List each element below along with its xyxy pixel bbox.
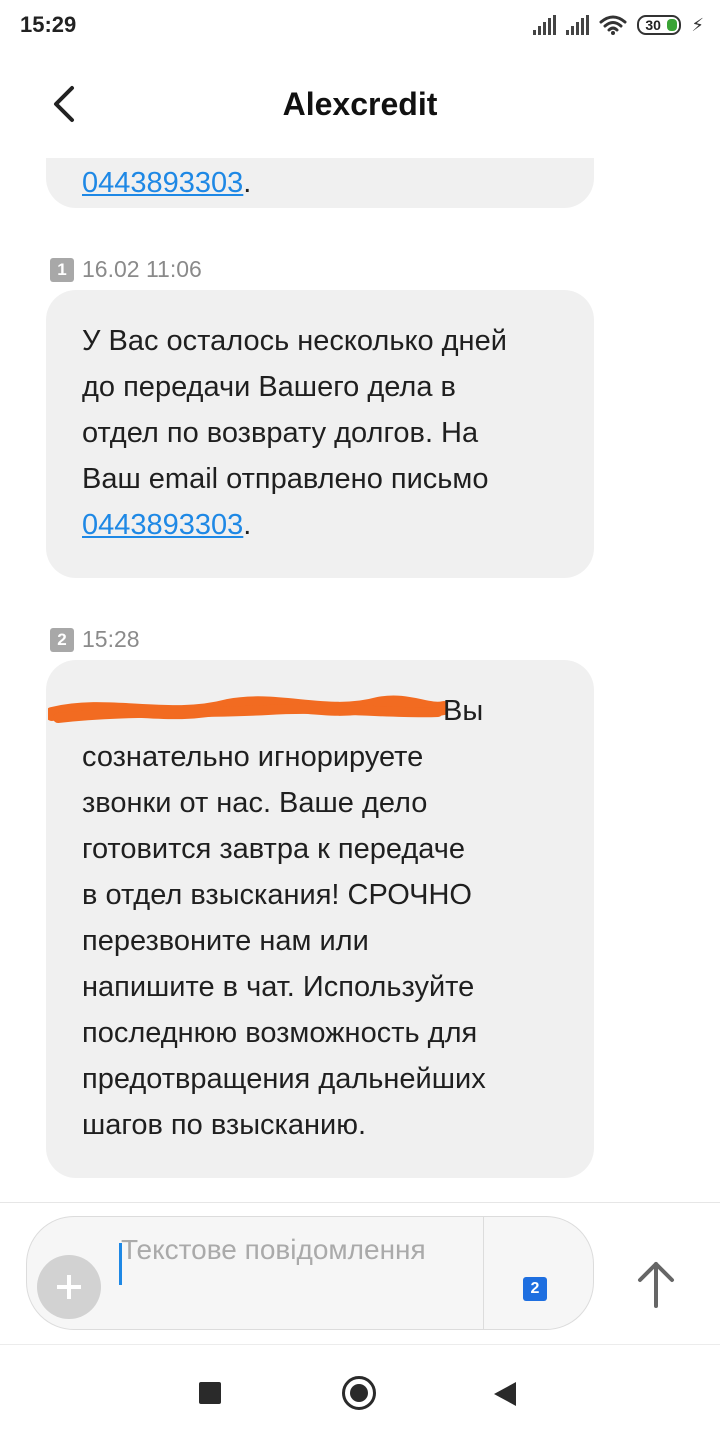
nav-back-button[interactable] bbox=[494, 1382, 516, 1406]
plus-icon[interactable] bbox=[37, 1255, 101, 1319]
message-line: в отдел взыскания! СРОЧНО bbox=[82, 879, 472, 911]
composer-divider bbox=[0, 1202, 720, 1203]
message-line: сознательно игнорируете bbox=[82, 741, 424, 773]
recents-button[interactable] bbox=[199, 1382, 221, 1404]
message-input[interactable] bbox=[121, 1231, 471, 1317]
message-timestamp: 16.02 11:06 bbox=[82, 256, 202, 282]
message-line: У Вас осталось несколько дней bbox=[82, 325, 507, 357]
home-button[interactable] bbox=[342, 1376, 376, 1410]
message-bubble[interactable]: Вы сознательно игнорируете звонки от нас… bbox=[46, 660, 594, 1178]
conversation-header: Alexcredit bbox=[0, 52, 720, 158]
message-timestamp: 15:28 bbox=[82, 626, 140, 652]
sim-1-icon: 1 bbox=[50, 257, 74, 282]
message-line: последнюю возможность для bbox=[82, 1017, 478, 1049]
phone-link[interactable]: 0443893303 bbox=[82, 509, 243, 541]
message-line: Ваш email отправлено письмо bbox=[82, 463, 489, 495]
message-list[interactable]: 0443893303. 1 16.02 11:06 У Вас осталось… bbox=[0, 158, 720, 1202]
wifi-icon bbox=[599, 15, 627, 35]
message-line: отдел по возврату долгов. На bbox=[82, 417, 479, 449]
message-line: до передачи Вашего дела в bbox=[82, 371, 456, 403]
message-line: Вы bbox=[443, 695, 484, 727]
battery-icon: 30 bbox=[637, 15, 682, 35]
redaction-scribble bbox=[48, 695, 448, 723]
message-composer: 2 bbox=[26, 1216, 594, 1330]
sim-2-icon: 2 bbox=[50, 627, 74, 652]
status-icons: 30 ⚡ bbox=[533, 14, 704, 36]
signal-sim1-icon bbox=[533, 15, 557, 35]
signal-sim2-icon bbox=[566, 15, 590, 35]
system-nav-bar bbox=[0, 1344, 720, 1440]
composer-divider-vertical bbox=[483, 1217, 484, 1329]
charging-icon: ⚡ bbox=[691, 15, 704, 35]
message-meta: 1 16.02 11:06 bbox=[50, 256, 202, 283]
message-line: перезвоните нам или bbox=[82, 925, 369, 957]
message-line: звонки от нас. Ваше дело bbox=[82, 787, 428, 819]
battery-level: 30 bbox=[645, 17, 661, 33]
message-line: готовится завтра к передаче bbox=[82, 833, 465, 865]
message-bubble[interactable]: У Вас осталось несколько дней до передач… bbox=[46, 290, 594, 578]
phone-link[interactable]: 0443893303 bbox=[82, 167, 243, 199]
contact-name: Alexcredit bbox=[282, 86, 438, 122]
send-button[interactable] bbox=[632, 1258, 680, 1310]
message-line: напишите в чат. Используйте bbox=[82, 971, 475, 1003]
message-line: предотвращения дальнейших bbox=[82, 1063, 486, 1095]
message-line: шагов по взысканию. bbox=[82, 1109, 367, 1141]
status-bar: 15:29 30 ⚡ bbox=[0, 0, 720, 52]
message-meta: 2 15:28 bbox=[50, 626, 140, 653]
sim-selector-button[interactable]: 2 bbox=[523, 1277, 547, 1301]
message-bubble-partial[interactable]: 0443893303. bbox=[46, 158, 594, 208]
status-time: 15:29 bbox=[20, 12, 77, 37]
